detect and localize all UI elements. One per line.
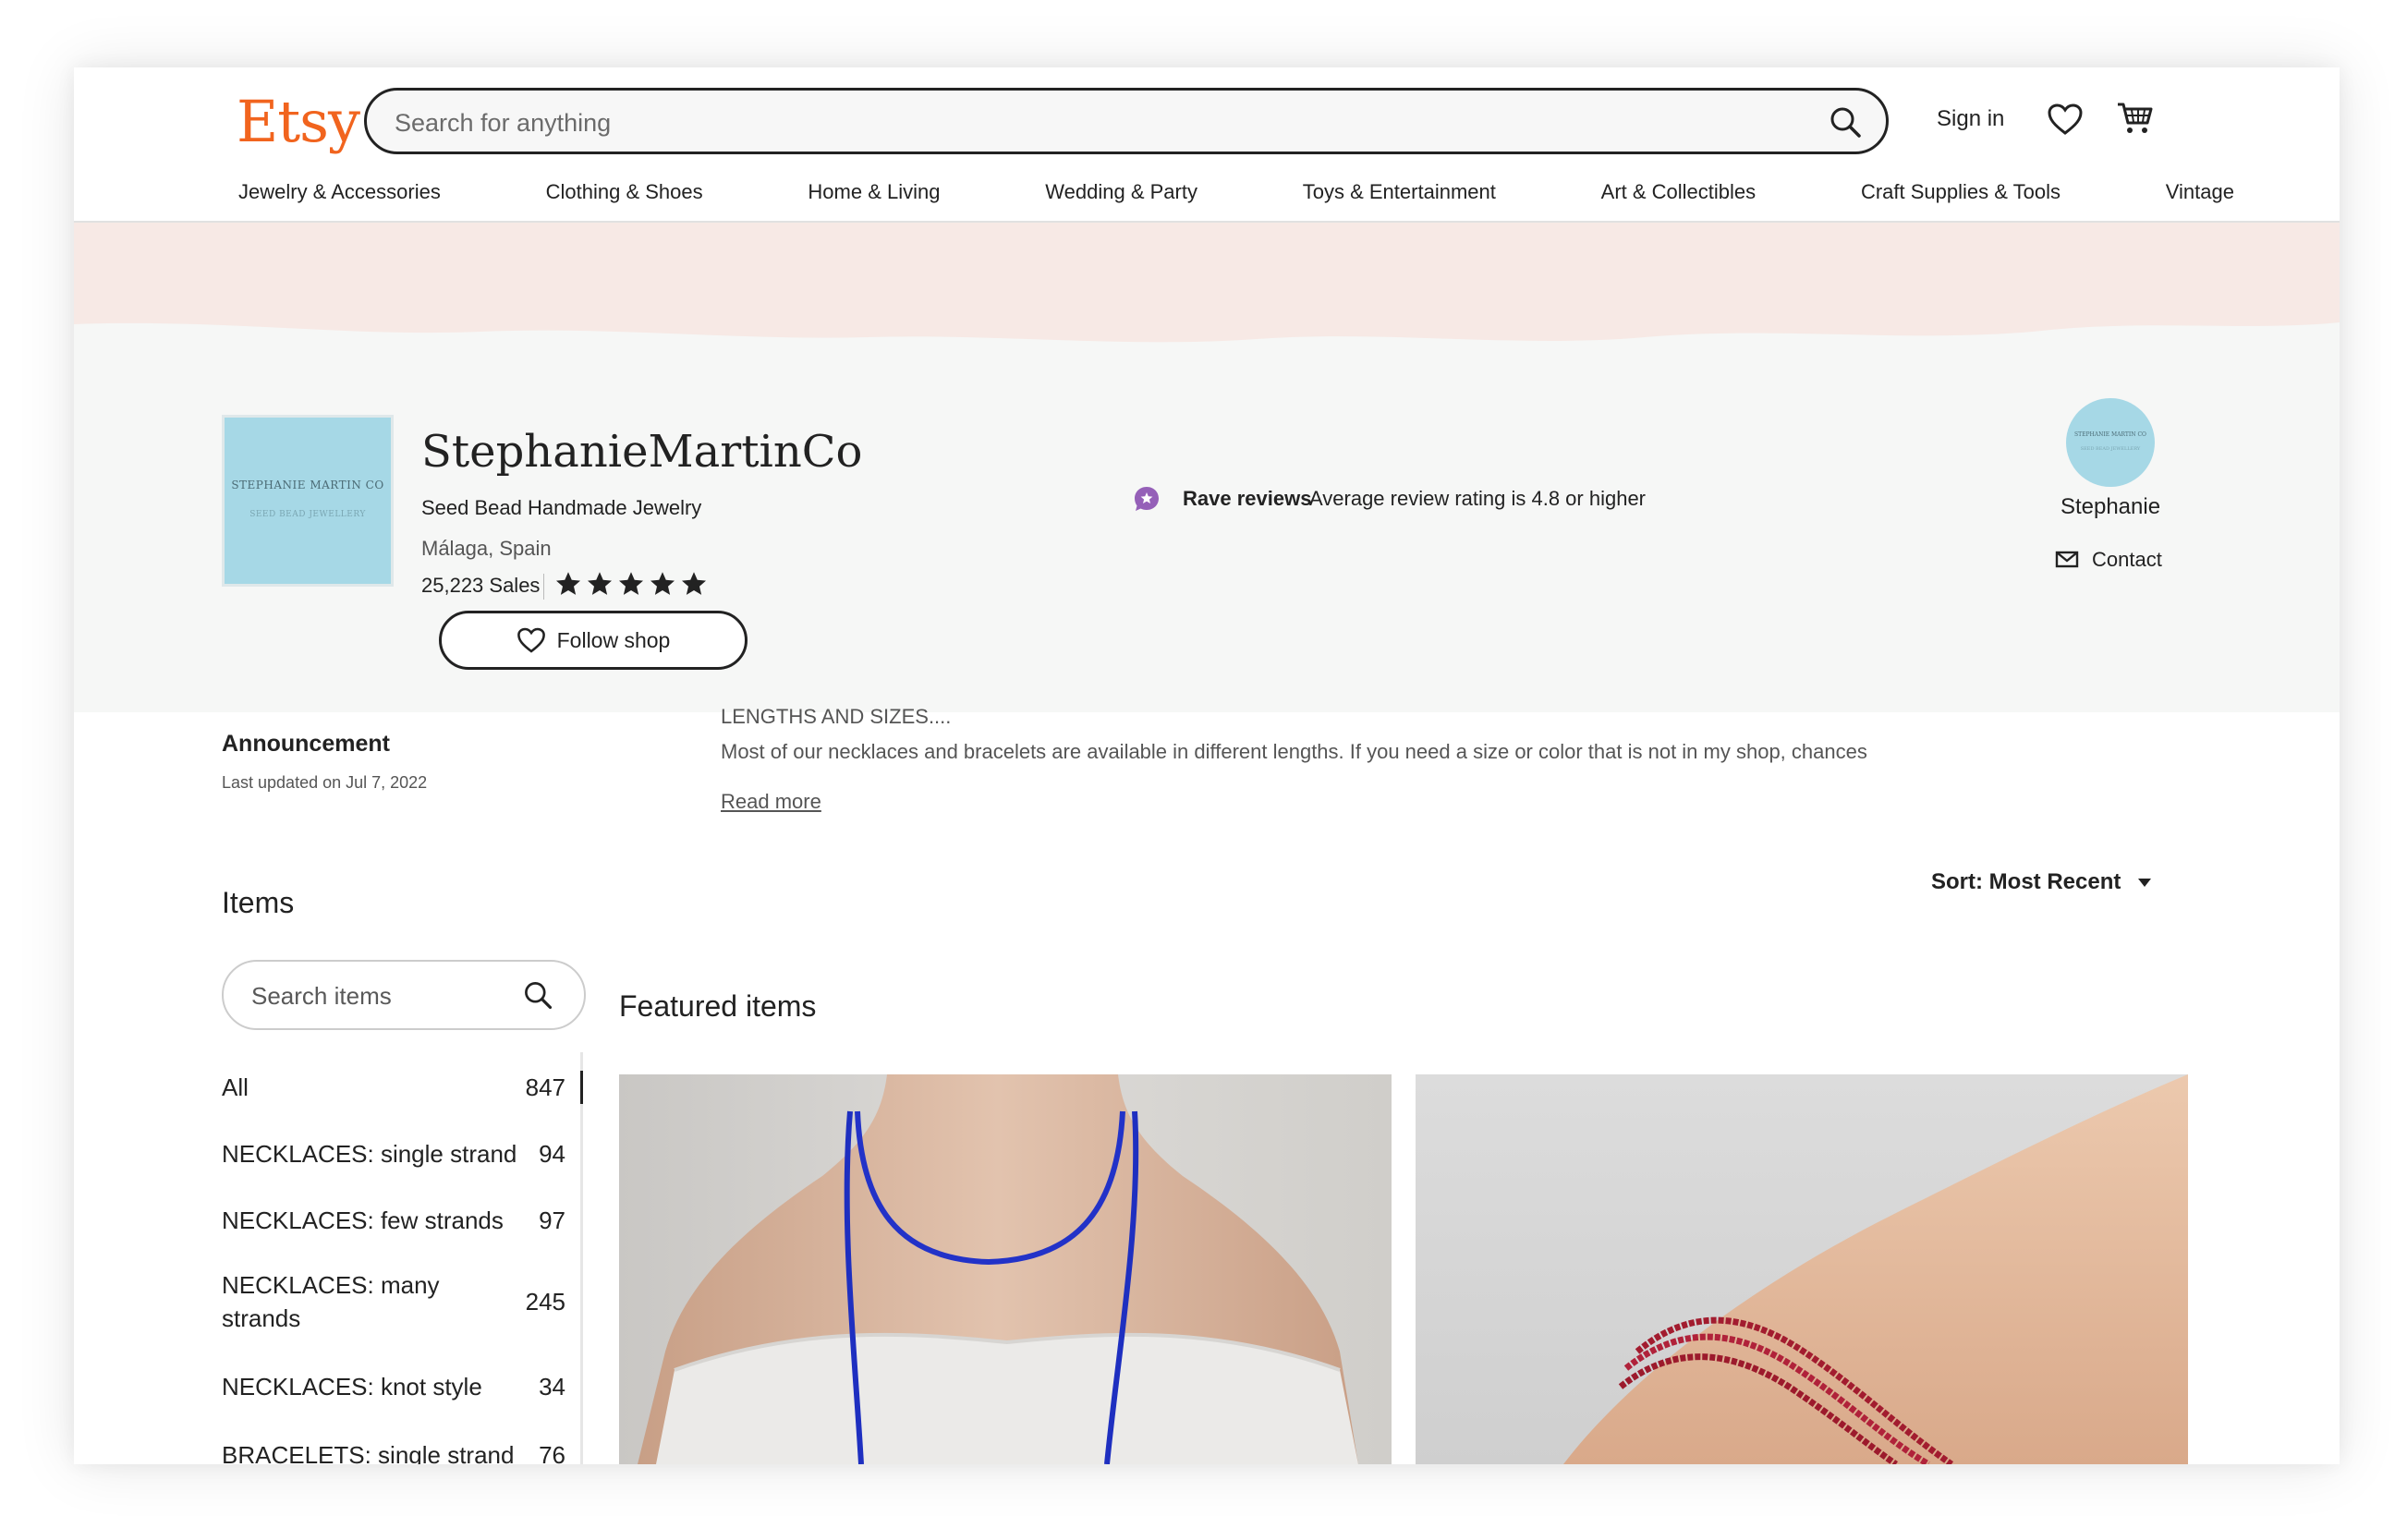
section-label: NECKLACES: many strands — [222, 1271, 440, 1332]
sales-divider — [543, 574, 544, 600]
sections-scroll-track[interactable] — [580, 1052, 583, 1464]
product-image-bracelet[interactable] — [1416, 1074, 2188, 1464]
sort-dropdown[interactable]: Sort: Most Recent — [1931, 869, 2152, 895]
shop-logo[interactable]: STEPHANIE MARTIN CO SEED BEAD JEWELLERY — [222, 415, 394, 587]
section-label: BRACELETS: single strand — [222, 1441, 515, 1464]
rave-reviews-badge-icon — [1135, 487, 1159, 511]
caret-down-icon — [2138, 879, 2152, 887]
announcement-title: Announcement — [222, 731, 390, 757]
section-label: NECKLACES: knot style — [222, 1373, 482, 1401]
star-icon — [588, 572, 612, 595]
read-more-link[interactable]: Read more — [721, 790, 821, 814]
owner-name[interactable]: Stephanie — [1987, 494, 2234, 520]
announcement-heading: LENGTHS AND SIZES.... — [721, 705, 952, 728]
shop-sales-count[interactable]: 25,223 Sales — [421, 574, 540, 598]
section-label: NECKLACES: single strand — [222, 1140, 517, 1168]
items-title: Items — [222, 886, 295, 919]
contact-button[interactable]: Contact — [2055, 548, 2162, 572]
shop-logo-text: STEPHANIE MARTIN CO — [231, 479, 384, 491]
shop-sections-list: All 847 NECKLACES: single strand 94 NECK… — [222, 1052, 584, 1464]
section-count: 34 — [539, 1373, 565, 1401]
category-nav: Jewelry & Accessories Clothing & Shoes H… — [238, 180, 2234, 204]
section-count: 97 — [539, 1207, 565, 1234]
browser-frame: Etsy Sign in Jewelry & Accessories Cloth… — [74, 67, 2340, 1464]
follow-shop-label: Follow shop — [556, 627, 671, 652]
section-count: 847 — [525, 1073, 565, 1101]
contact-label: Contact — [2092, 548, 2162, 571]
etsy-logo[interactable]: Etsy — [237, 88, 360, 155]
banner-torn-paper — [74, 223, 2340, 343]
shop-rating-stars[interactable] — [554, 570, 708, 598]
mail-icon — [2055, 551, 2079, 568]
category-link[interactable]: Craft Supplies & Tools — [1861, 180, 2061, 204]
featured-item-card-necklace[interactable] — [619, 1074, 1392, 1464]
search-icon[interactable] — [1827, 103, 1864, 140]
section-item-necklaces-many[interactable]: NECKLACES: many strands 245 — [222, 1268, 565, 1339]
shop-location: Málaga, Spain — [421, 537, 552, 560]
item-search-box[interactable] — [222, 960, 586, 1030]
owner-avatar-text: STEPHANIE MARTIN CO — [2074, 431, 2146, 438]
category-link[interactable]: Home & Living — [808, 180, 940, 204]
featured-items-title: Featured items — [619, 989, 817, 1023]
star-icon — [650, 572, 675, 595]
star-icon — [682, 572, 706, 595]
shop-logo-subtext: SEED BEAD JEWELLERY — [249, 510, 366, 519]
rave-reviews-description: Average review rating is 4.8 or higher — [1309, 487, 1647, 510]
global-search-bar[interactable] — [364, 88, 1889, 154]
star-icon — [556, 572, 580, 595]
sign-in-link[interactable]: Sign in — [1937, 106, 2004, 132]
product-image-necklace[interactable] — [619, 1074, 1392, 1464]
follow-shop-button[interactable]: Follow shop — [439, 611, 748, 670]
shop-tagline: Seed Bead Handmade Jewelry — [421, 496, 702, 519]
category-link[interactable]: Art & Collectibles — [1601, 180, 1757, 204]
category-link[interactable]: Wedding & Party — [1045, 180, 1197, 204]
owner-avatar-subtext: SEED BEAD JEWELLERY — [2080, 446, 2141, 452]
star-icon — [619, 572, 643, 595]
sort-label: Sort: Most Recent — [1931, 869, 2121, 894]
section-count: 94 — [539, 1140, 565, 1168]
owner-avatar[interactable]: STEPHANIE MARTIN CO SEED BEAD JEWELLERY — [2066, 398, 2155, 487]
item-search-input[interactable] — [249, 976, 521, 1015]
announcement-text: Most of our necklaces and bracelets are … — [721, 740, 1867, 763]
favorites-heart-icon[interactable] — [2047, 103, 2084, 136]
category-link[interactable]: Toys & Entertainment — [1303, 180, 1496, 204]
global-search-input[interactable] — [393, 100, 1782, 146]
category-link[interactable]: Clothing & Shoes — [546, 180, 703, 204]
section-count: 245 — [525, 1288, 565, 1316]
section-label: All — [222, 1073, 249, 1101]
announcement-date: Last updated on Jul 7, 2022 — [222, 773, 428, 792]
sections-active-indicator — [580, 1071, 583, 1104]
category-link[interactable]: Vintage — [2166, 180, 2234, 204]
section-label: NECKLACES: few strands — [222, 1207, 504, 1234]
section-count: 76 — [539, 1441, 565, 1464]
cart-icon[interactable] — [2116, 101, 2155, 136]
rave-reviews-title: Rave reviews — [1183, 487, 1312, 510]
category-link[interactable]: Jewelry & Accessories — [238, 180, 441, 204]
shop-banner — [74, 223, 2340, 712]
shop-name: StephanieMartinCo — [421, 426, 863, 478]
site-header: Etsy Sign in Jewelry & Accessories Cloth… — [74, 67, 2340, 223]
search-icon[interactable] — [521, 978, 554, 1012]
heart-icon — [517, 627, 545, 653]
featured-item-card-bracelet[interactable] — [1416, 1074, 2188, 1464]
